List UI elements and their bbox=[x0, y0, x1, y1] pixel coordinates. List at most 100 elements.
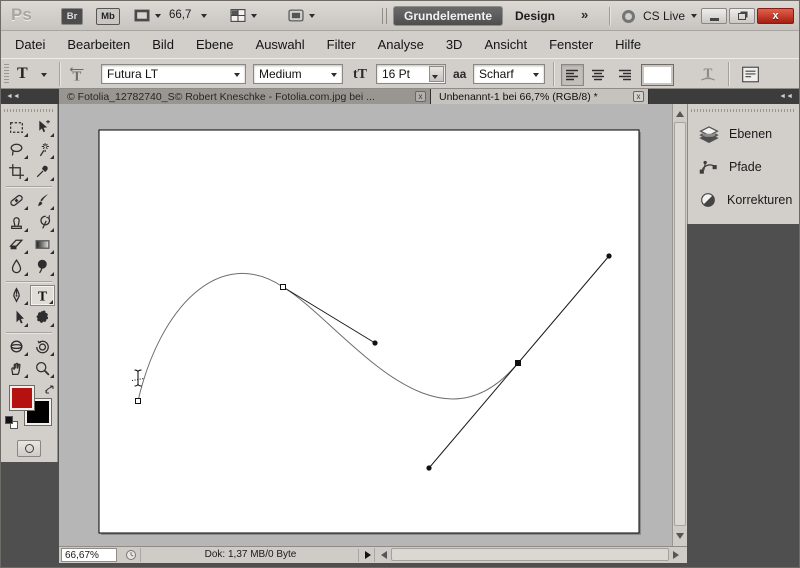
toggle-panels-icon[interactable] bbox=[741, 65, 760, 84]
toolbar-divider bbox=[6, 332, 52, 333]
cs-live-button[interactable]: CS Live bbox=[643, 9, 685, 23]
vertical-scrollbar[interactable] bbox=[672, 104, 687, 546]
tools-grid: T bbox=[1, 117, 57, 380]
anchor-point[interactable] bbox=[280, 284, 286, 290]
tab-close-icon[interactable]: x bbox=[415, 91, 426, 102]
scroll-up-icon[interactable] bbox=[676, 111, 684, 117]
pen-tool[interactable] bbox=[4, 285, 29, 306]
mini-bridge-button[interactable]: Mb bbox=[96, 8, 120, 25]
vertical-scroll-thumb[interactable] bbox=[674, 122, 686, 526]
toolbar-collapse-button[interactable]: ◄◄ bbox=[1, 89, 59, 104]
anti-alias-select[interactable]: Scharf bbox=[473, 64, 545, 84]
hand-tool[interactable] bbox=[4, 358, 29, 379]
menu-item-bearbeiten[interactable]: Bearbeiten bbox=[56, 33, 141, 56]
workspace-overflow-button[interactable]: » bbox=[581, 7, 588, 22]
workspace-button-grundelemente[interactable]: Grundelemente bbox=[393, 6, 504, 26]
text-orientation-icon[interactable]: T bbox=[67, 66, 89, 84]
status-menu-button[interactable] bbox=[361, 548, 375, 562]
menu-item-hilfe[interactable]: Hilfe bbox=[604, 33, 652, 56]
rect-marquee-tool[interactable] bbox=[4, 117, 29, 138]
dock-collapse-button[interactable]: ◄◄ bbox=[687, 89, 799, 104]
screen-mode-dropdown-icon[interactable] bbox=[309, 14, 315, 18]
anchor-point[interactable] bbox=[135, 398, 141, 404]
menu-item-ebene[interactable]: Ebene bbox=[185, 33, 245, 56]
bridge-button[interactable]: Br bbox=[61, 8, 83, 25]
tool-preset-dropdown-icon[interactable] bbox=[41, 73, 47, 77]
gradient-tool[interactable] bbox=[30, 234, 55, 255]
status-zoom-field[interactable]: 66,67% bbox=[61, 548, 117, 562]
eraser-tool[interactable] bbox=[4, 234, 29, 255]
menu-item-ansicht[interactable]: Ansicht bbox=[473, 33, 538, 56]
align-left-button[interactable] bbox=[561, 64, 584, 86]
zoom-dropdown-icon[interactable] bbox=[201, 14, 207, 18]
selected-anchor-point[interactable] bbox=[515, 360, 521, 366]
scroll-left-icon[interactable] bbox=[381, 551, 387, 559]
close-button[interactable]: x bbox=[757, 8, 794, 24]
healing-brush-tool[interactable] bbox=[4, 190, 29, 211]
tool-preset-icon[interactable]: T bbox=[17, 65, 28, 83]
view-extras-icon[interactable] bbox=[133, 8, 151, 23]
arrange-documents-dropdown-icon[interactable] bbox=[251, 14, 257, 18]
eyedropper-tool[interactable] bbox=[30, 161, 55, 182]
type-tool[interactable]: T bbox=[29, 285, 55, 306]
font-style-select[interactable]: Medium bbox=[253, 64, 343, 84]
warp-text-icon[interactable]: T bbox=[698, 65, 718, 84]
menu-item-datei[interactable]: Datei bbox=[4, 33, 56, 56]
custom-shape-tool[interactable] bbox=[30, 307, 55, 328]
direction-handle-point[interactable] bbox=[426, 465, 432, 471]
move-tool[interactable] bbox=[30, 117, 55, 138]
menu-item-filter[interactable]: Filter bbox=[316, 33, 367, 56]
align-right-button[interactable] bbox=[613, 64, 636, 86]
lasso-tool[interactable] bbox=[4, 139, 29, 160]
zoom-tool[interactable] bbox=[30, 358, 55, 379]
path-selection-tool[interactable] bbox=[4, 307, 29, 328]
arrange-documents-icon[interactable] bbox=[229, 8, 247, 23]
panel-tab-korrekturen[interactable]: Korrekturen bbox=[688, 183, 799, 216]
menu-item-bild[interactable]: Bild bbox=[141, 33, 185, 56]
screen-mode-icon[interactable] bbox=[287, 8, 305, 23]
direction-handle-point[interactable] bbox=[606, 253, 612, 259]
dodge-tool[interactable] bbox=[30, 256, 55, 277]
document-tab-2[interactable]: Unbenannt-1 bei 66,7% (RGB/8) * x bbox=[431, 89, 649, 104]
menu-item-3d[interactable]: 3D bbox=[435, 33, 474, 56]
tab-close-icon[interactable]: x bbox=[633, 91, 644, 102]
scroll-right-icon[interactable] bbox=[673, 551, 679, 559]
dodge-icon bbox=[34, 258, 51, 275]
view-extras-dropdown-icon[interactable] bbox=[155, 14, 161, 18]
foreground-color-swatch[interactable] bbox=[9, 385, 35, 411]
menu-item-analyse[interactable]: Analyse bbox=[367, 33, 435, 56]
text-color-swatch[interactable] bbox=[641, 64, 674, 86]
orbit-3d-tool[interactable] bbox=[30, 336, 55, 357]
rotate-3d-tool[interactable] bbox=[4, 336, 29, 357]
font-size-select[interactable]: 16 Pt bbox=[376, 64, 446, 84]
menu-item-auswahl[interactable]: Auswahl bbox=[245, 33, 316, 56]
cs-live-dropdown-icon[interactable] bbox=[691, 14, 697, 18]
panel-tab-ebenen[interactable]: Ebenen bbox=[688, 117, 799, 150]
document-page[interactable] bbox=[98, 129, 640, 534]
panel-tab-pfade[interactable]: Pfade bbox=[688, 150, 799, 183]
history-brush-tool[interactable] bbox=[30, 212, 55, 233]
swap-colors-icon[interactable] bbox=[44, 384, 55, 395]
menu-item-fenster[interactable]: Fenster bbox=[538, 33, 604, 56]
canvas-area[interactable] bbox=[59, 104, 672, 546]
zoom-level-field[interactable]: 66,7 bbox=[169, 9, 191, 21]
clone-stamp-tool[interactable] bbox=[4, 212, 29, 233]
workspace-grip bbox=[382, 8, 387, 24]
font-family-select[interactable]: Futura LT bbox=[101, 64, 246, 84]
direction-handle-point[interactable] bbox=[372, 340, 378, 346]
horizontal-scroll-thumb[interactable] bbox=[391, 548, 669, 561]
workspace-button-design[interactable]: Design bbox=[515, 9, 555, 23]
horizontal-scrollbar[interactable] bbox=[377, 547, 687, 564]
restore-button[interactable] bbox=[729, 8, 755, 24]
quick-mask-button[interactable] bbox=[17, 440, 41, 457]
minimize-button[interactable] bbox=[701, 8, 727, 24]
default-colors-icon[interactable] bbox=[5, 416, 19, 430]
align-center-button[interactable] bbox=[587, 64, 610, 86]
document-tab-1[interactable]: © Fotolia_12782740_S© Robert Kneschke - … bbox=[59, 89, 431, 104]
magic-wand-tool[interactable] bbox=[30, 139, 55, 160]
type-icon: T bbox=[34, 287, 51, 304]
brush-tool[interactable] bbox=[30, 190, 55, 211]
blur-tool[interactable] bbox=[4, 256, 29, 277]
scroll-down-icon[interactable] bbox=[676, 533, 684, 539]
crop-tool[interactable] bbox=[4, 161, 29, 182]
